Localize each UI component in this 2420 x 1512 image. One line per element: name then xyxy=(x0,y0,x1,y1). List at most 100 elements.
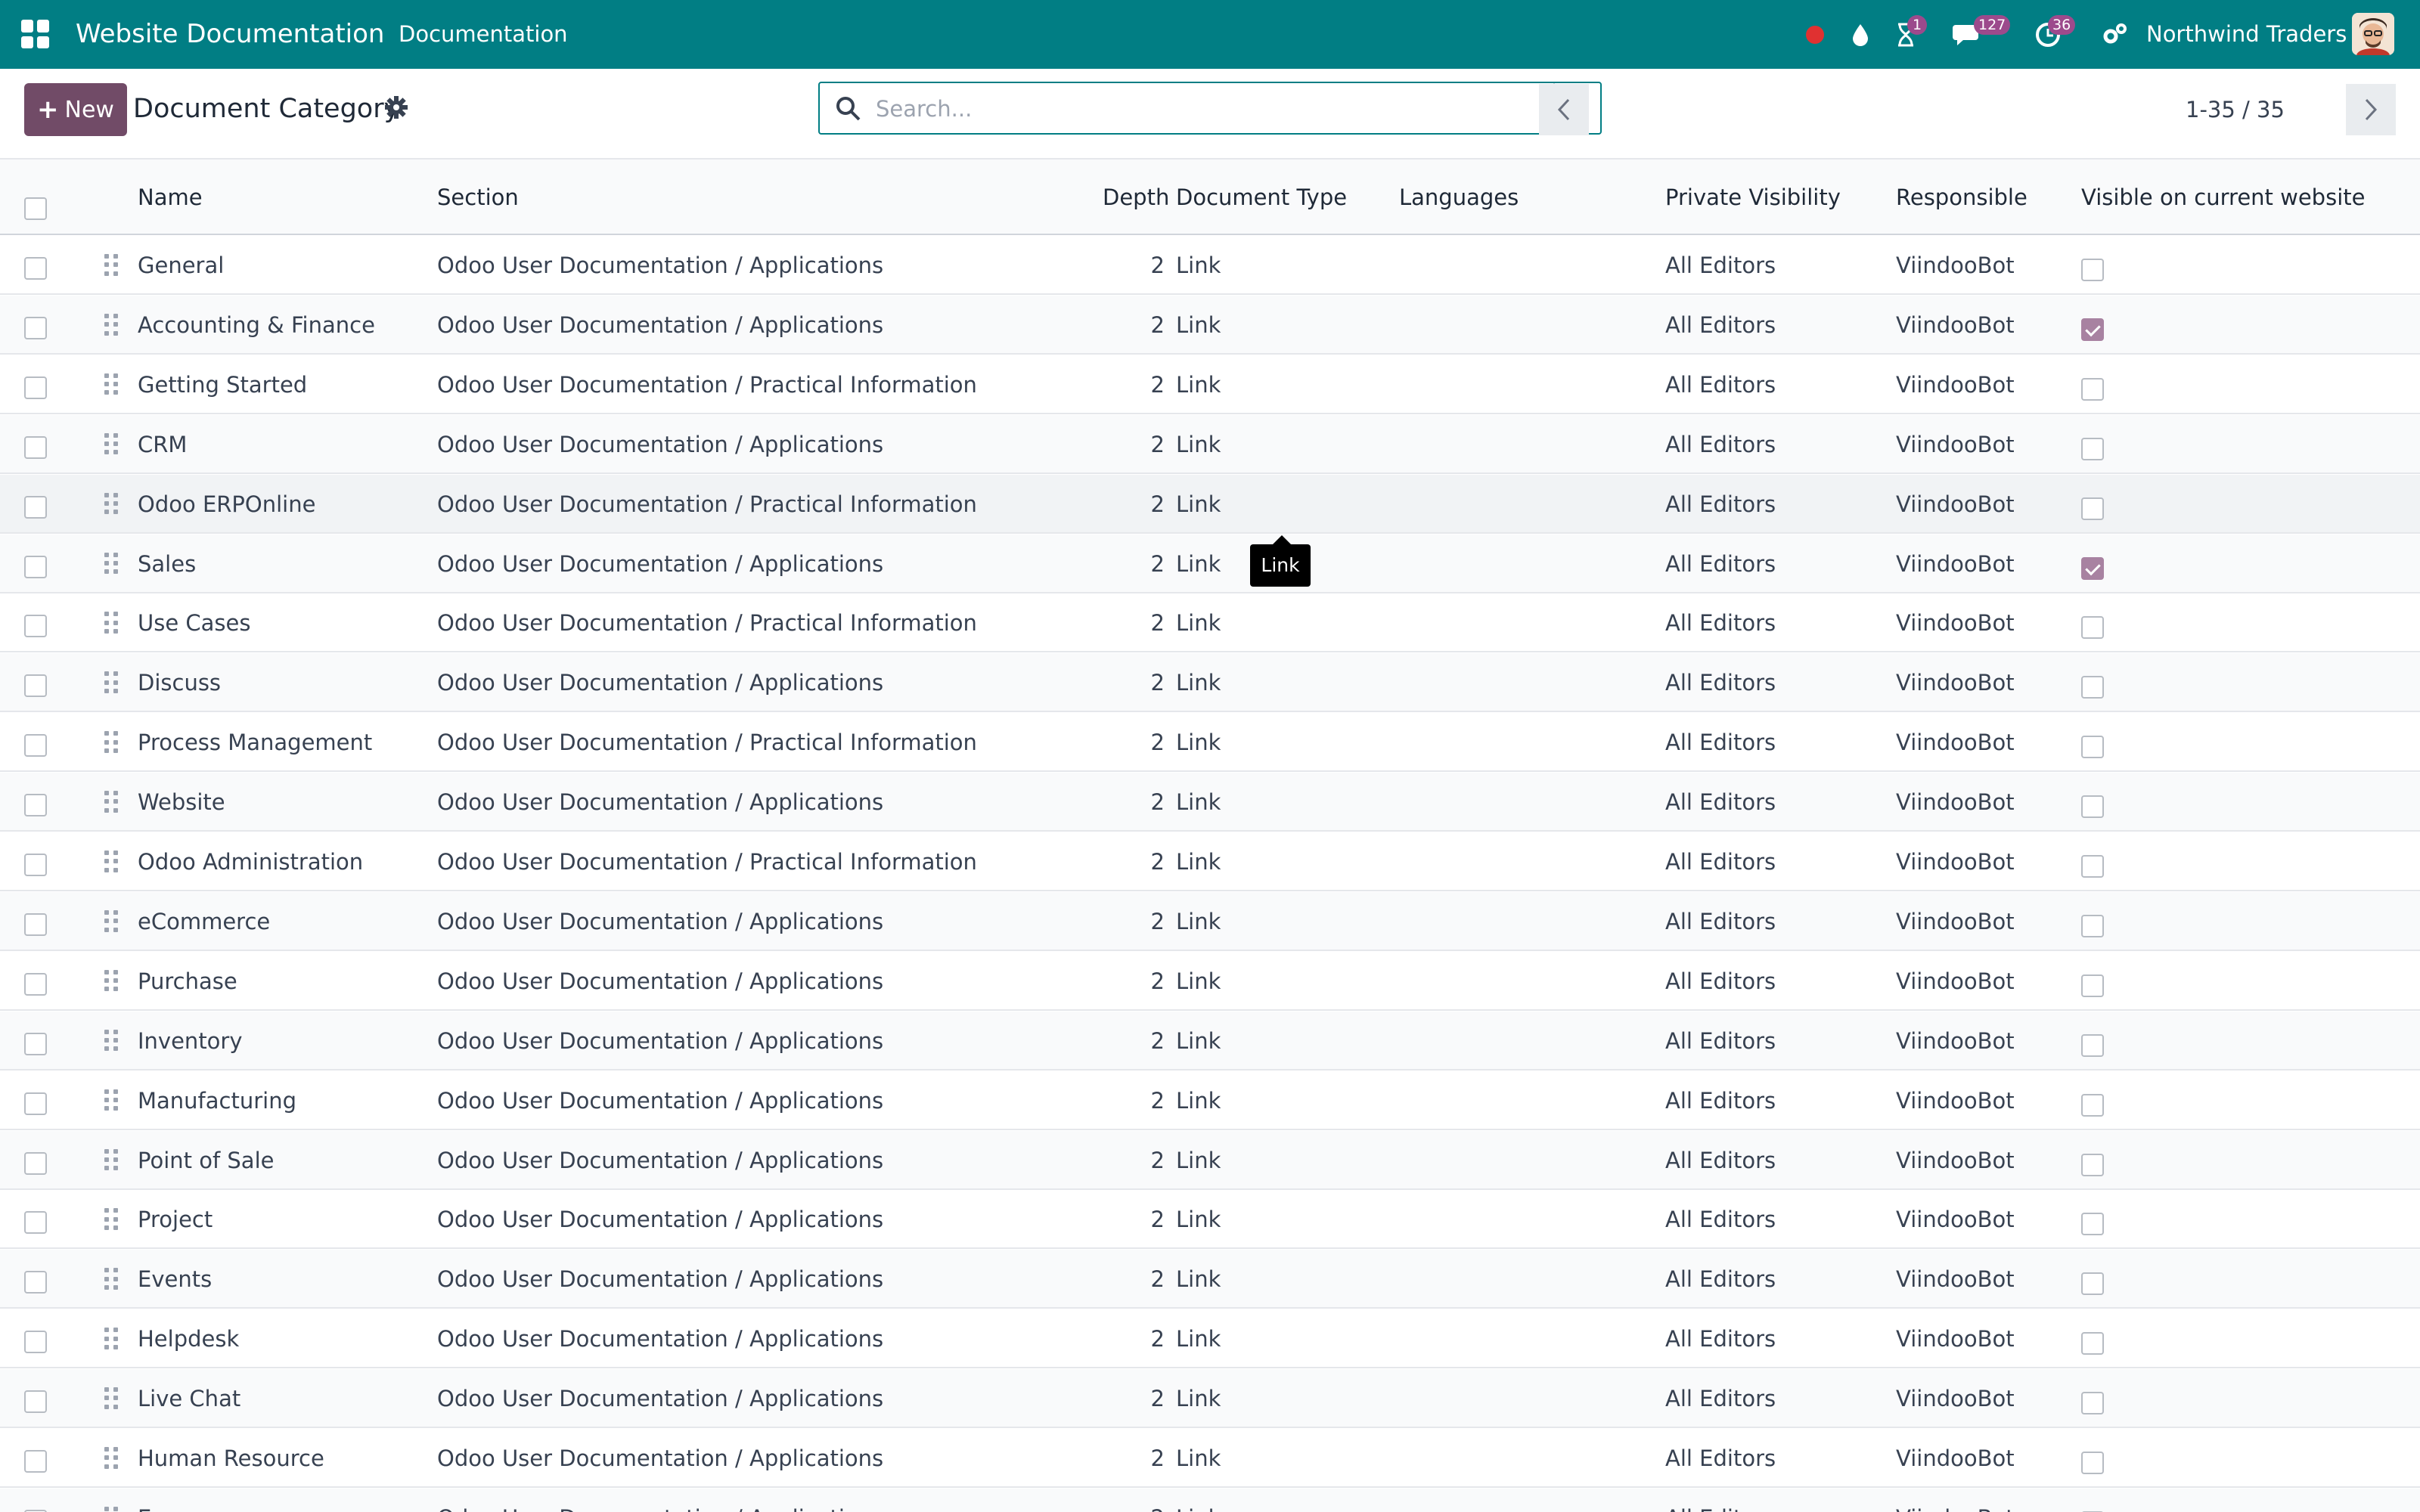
row-select-checkbox[interactable] xyxy=(24,1211,47,1235)
visible-on-website-checkbox[interactable] xyxy=(2081,914,2104,937)
drag-handle-icon[interactable] xyxy=(104,791,119,813)
visible-on-website-checkbox[interactable] xyxy=(2081,855,2104,878)
table-row[interactable]: Inventory Odoo User Documentation / Appli… xyxy=(0,1011,2420,1070)
table-row[interactable]: Manufacturing Odoo User Documentation / A… xyxy=(0,1071,2420,1130)
row-select-checkbox[interactable] xyxy=(24,972,47,996)
row-select-checkbox[interactable] xyxy=(24,316,47,339)
table-row[interactable]: Use Cases Odoo User Documentation / Pract… xyxy=(0,593,2420,653)
visible-on-website-checkbox[interactable] xyxy=(2081,676,2104,699)
table-row[interactable]: General Odoo User Documentation / Applica… xyxy=(0,236,2420,295)
visible-on-website-checkbox[interactable] xyxy=(2081,974,2104,997)
drag-handle-icon[interactable] xyxy=(104,1328,119,1350)
select-all-checkbox[interactable] xyxy=(24,197,47,220)
row-select-checkbox[interactable] xyxy=(24,794,47,817)
drag-handle-icon[interactable] xyxy=(104,731,119,754)
visible-on-website-checkbox[interactable] xyxy=(2081,556,2104,580)
pager-next-button[interactable] xyxy=(2346,84,2396,135)
drag-handle-icon[interactable] xyxy=(104,1208,119,1231)
header-name[interactable]: Name xyxy=(138,160,203,235)
header-document-type[interactable]: Document Type xyxy=(1176,160,1347,235)
table-row[interactable]: Sales Odoo User Documentation / Applicati… xyxy=(0,534,2420,593)
table-row[interactable]: Process Management Odoo User Documentatio… xyxy=(0,713,2420,773)
row-select-checkbox[interactable] xyxy=(24,1331,47,1354)
drag-handle-icon[interactable] xyxy=(104,612,119,634)
table-row[interactable]: Discuss Odoo User Documentation / Applica… xyxy=(0,653,2420,713)
table-row[interactable]: Events Odoo User Documentation / Applicat… xyxy=(0,1250,2420,1309)
row-select-checkbox[interactable] xyxy=(24,495,47,519)
table-row[interactable]: Getting Started Odoo User Documentation /… xyxy=(0,355,2420,414)
table-row[interactable]: Point of Sale Odoo User Documentation / A… xyxy=(0,1130,2420,1190)
visible-on-website-checkbox[interactable] xyxy=(2081,616,2104,640)
header-responsible[interactable]: Responsible xyxy=(1896,160,2028,235)
menu-documentation[interactable]: Documentation xyxy=(399,20,568,48)
row-select-checkbox[interactable] xyxy=(24,912,47,936)
visible-on-website-checkbox[interactable] xyxy=(2081,736,2104,759)
visible-on-website-checkbox[interactable] xyxy=(2081,1332,2104,1356)
row-select-checkbox[interactable] xyxy=(24,1390,47,1414)
drag-handle-icon[interactable] xyxy=(104,1447,119,1470)
row-select-checkbox[interactable] xyxy=(24,1450,47,1473)
row-select-checkbox[interactable] xyxy=(24,854,47,876)
record-dot-icon[interactable] xyxy=(1803,0,1827,69)
visible-on-website-checkbox[interactable] xyxy=(2081,1392,2104,1415)
table-row[interactable]: eCommerce Odoo User Documentation / Appli… xyxy=(0,891,2420,951)
gear-icon[interactable] xyxy=(384,95,408,119)
table-row[interactable]: Purchase Odoo User Documentation / Applic… xyxy=(0,952,2420,1011)
visible-on-website-checkbox[interactable] xyxy=(2081,1153,2104,1176)
drag-handle-icon[interactable] xyxy=(104,373,119,396)
table-row[interactable]: Helpdesk Odoo User Documentation / Applic… xyxy=(0,1309,2420,1369)
drag-handle-icon[interactable] xyxy=(104,492,119,516)
table-row[interactable]: Live Chat Odoo User Documentation / Appli… xyxy=(0,1369,2420,1429)
visible-on-website-checkbox[interactable] xyxy=(2081,1213,2104,1236)
table-row[interactable]: E... Odoo User Documentation / Applicatio… xyxy=(0,1488,2420,1512)
drag-handle-icon[interactable] xyxy=(104,969,119,993)
row-select-checkbox[interactable] xyxy=(24,615,47,638)
table-row[interactable]: Human Resource Odoo User Documentation / … xyxy=(0,1429,2420,1488)
visible-on-website-checkbox[interactable] xyxy=(2081,1033,2104,1057)
drag-handle-icon[interactable] xyxy=(104,254,119,277)
drag-handle-icon[interactable] xyxy=(104,909,119,933)
drag-handle-icon[interactable] xyxy=(104,1506,119,1512)
drag-handle-icon[interactable] xyxy=(104,432,119,456)
row-select-checkbox[interactable] xyxy=(24,1092,47,1115)
pager-value[interactable]: 1-35 / 35 xyxy=(2186,93,2285,126)
drag-handle-icon[interactable] xyxy=(104,671,119,694)
settings-icon[interactable] xyxy=(2099,0,2130,69)
company-switcher[interactable]: Northwind Traders xyxy=(2146,18,2347,50)
visible-on-website-checkbox[interactable] xyxy=(2081,795,2104,819)
row-select-checkbox[interactable] xyxy=(24,1271,47,1294)
chat-icon[interactable] xyxy=(1951,0,1984,69)
table-row[interactable]: Project Odoo User Documentation / Applica… xyxy=(0,1190,2420,1250)
drag-handle-icon[interactable] xyxy=(104,1268,119,1290)
table-row[interactable]: Accounting & Finance Odoo User Documentat… xyxy=(0,295,2420,355)
table-row[interactable]: Odoo Administration Odoo User Documentati… xyxy=(0,832,2420,891)
new-button[interactable]: + New xyxy=(24,83,127,136)
drag-handle-icon[interactable] xyxy=(104,850,119,873)
drag-handle-icon[interactable] xyxy=(104,1029,119,1052)
visible-on-website-checkbox[interactable] xyxy=(2081,437,2104,460)
visible-on-website-checkbox[interactable] xyxy=(2081,497,2104,520)
row-select-checkbox[interactable] xyxy=(24,734,47,758)
apps-grid-icon[interactable] xyxy=(21,20,50,48)
app-title[interactable]: Website Documentation xyxy=(76,17,384,51)
visible-on-website-checkbox[interactable] xyxy=(2081,1272,2104,1296)
row-select-checkbox[interactable] xyxy=(24,674,47,698)
row-select-checkbox[interactable] xyxy=(24,435,47,459)
row-select-checkbox[interactable] xyxy=(24,257,47,280)
row-select-checkbox[interactable] xyxy=(24,376,47,399)
drag-handle-icon[interactable] xyxy=(104,1089,119,1112)
table-row[interactable]: CRM Odoo User Documentation / Application… xyxy=(0,414,2420,474)
search-input[interactable] xyxy=(876,91,1526,127)
header-depth[interactable]: Depth xyxy=(1103,160,1169,235)
header-section[interactable]: Section xyxy=(437,160,519,235)
table-row[interactable]: Odoo ERPOnline Odoo User Documentation / … xyxy=(0,474,2420,534)
drag-handle-icon[interactable] xyxy=(104,552,119,575)
drop-icon[interactable] xyxy=(1848,0,1872,69)
pager-previous-button[interactable] xyxy=(1539,84,1589,135)
drag-handle-icon[interactable] xyxy=(104,1148,119,1172)
visible-on-website-checkbox[interactable] xyxy=(2081,1093,2104,1117)
visible-on-website-checkbox[interactable] xyxy=(2081,377,2104,401)
header-visible-on-website[interactable]: Visible on current website xyxy=(2081,160,2365,235)
row-select-checkbox[interactable] xyxy=(24,1032,47,1055)
header-languages[interactable]: Languages xyxy=(1399,160,1519,235)
